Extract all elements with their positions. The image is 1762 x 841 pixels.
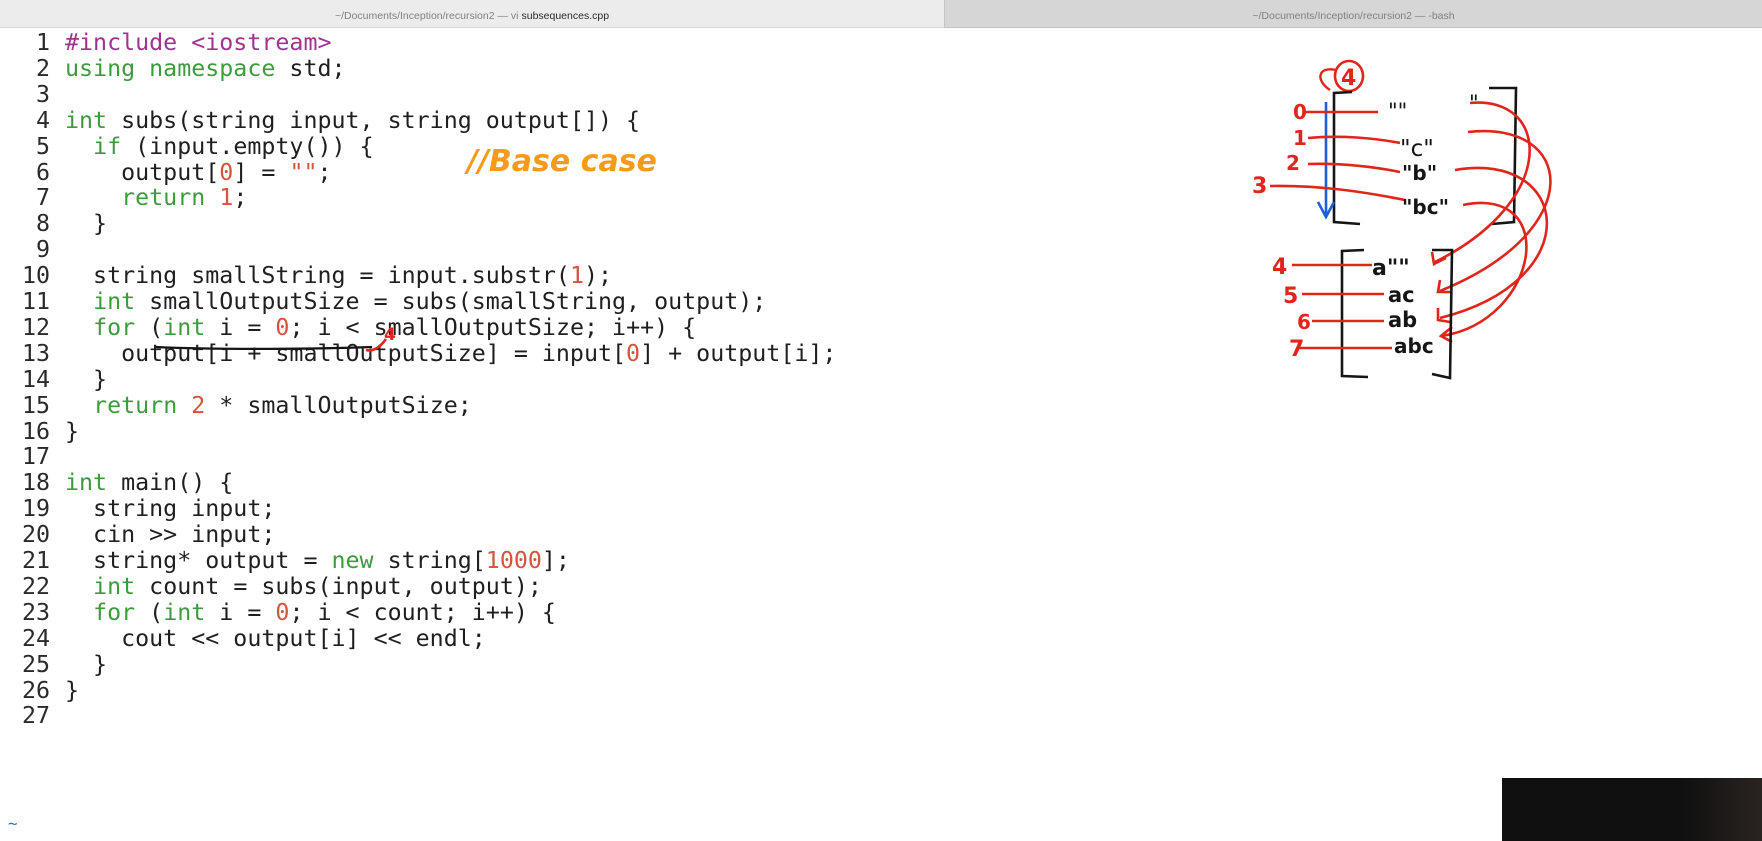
bottom-value-1: ac xyxy=(1388,283,1415,307)
webcam-overlay xyxy=(1502,778,1762,841)
top-value-0: "" xyxy=(1388,99,1407,123)
size-arrow-stroke xyxy=(1319,68,1337,91)
bottom-array-right-bracket xyxy=(1431,248,1454,380)
top-index-3-stroke xyxy=(1269,184,1406,202)
bottom-index-4: 4 xyxy=(1272,255,1287,280)
bottom-value-2: ab xyxy=(1388,308,1417,332)
top-value-2: "b" xyxy=(1402,161,1437,185)
top-value-1: "c" xyxy=(1400,136,1434,162)
top-index-0: 0 xyxy=(1293,100,1307,124)
top-index-2: 2 xyxy=(1286,151,1300,175)
ink-annotations: 4 //Base case 4 0 1 2 3 "" " "c" "b" "bc… xyxy=(155,59,1552,380)
top-index-1: 1 xyxy=(1293,126,1307,150)
base-case-comment: //Base case xyxy=(464,144,657,179)
top-index-2-stroke xyxy=(1307,162,1401,174)
hook-arrow-stroke xyxy=(365,338,388,352)
copy-arrow-1 xyxy=(1439,129,1552,293)
line11-mark: 4 xyxy=(384,325,396,345)
copy-arrowhead-0 xyxy=(1430,251,1447,266)
underline-stroke xyxy=(155,345,373,350)
bottom-value-3: abc xyxy=(1394,334,1434,358)
top-index-1-stroke xyxy=(1307,135,1401,145)
top-value-3: "bc" xyxy=(1402,195,1449,219)
bottom-array-left-bracket xyxy=(1340,248,1369,379)
bottom-index-7: 7 xyxy=(1289,337,1304,362)
top-index-3: 3 xyxy=(1252,174,1267,199)
top-array-size: 4 xyxy=(1341,66,1356,91)
bottom-value-0: a"" xyxy=(1372,256,1410,281)
webcam-shade xyxy=(1682,778,1762,841)
bottom-index-6: 6 xyxy=(1297,310,1311,334)
copy-arrow-2 xyxy=(1439,166,1549,320)
bottom-index-5: 5 xyxy=(1283,284,1298,309)
